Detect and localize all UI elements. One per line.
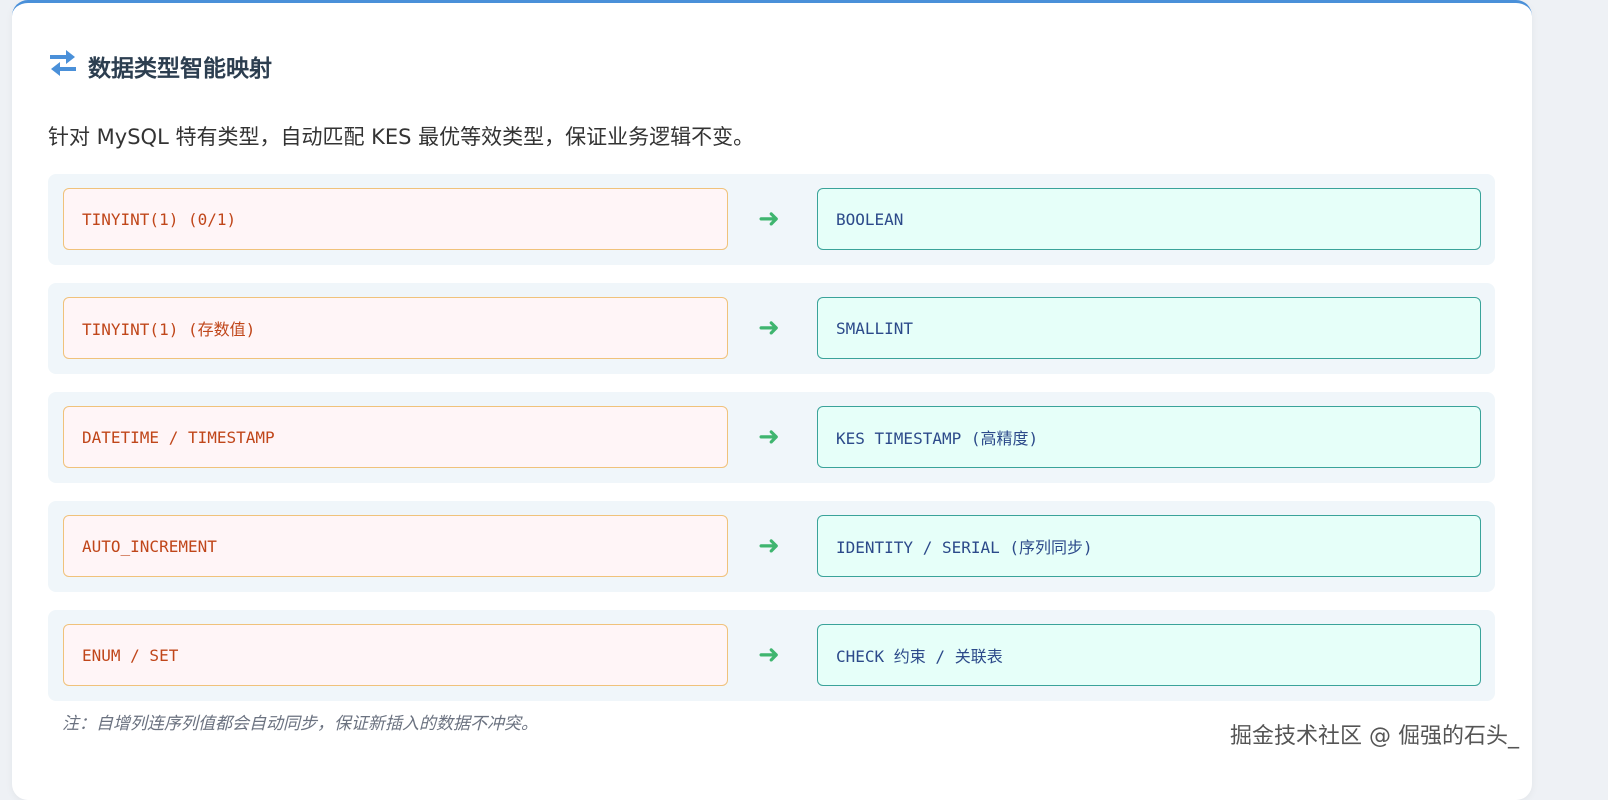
mapping-row: AUTO_INCREMENT ➜ IDENTITY / SERIAL (序列同步) — [48, 501, 1495, 592]
mapping-row: ENUM / SET ➜ CHECK 约束 / 关联表 — [48, 610, 1495, 701]
section-title: 数据类型智能映射 — [48, 49, 272, 83]
source-type: AUTO_INCREMENT — [63, 515, 728, 577]
source-type: ENUM / SET — [63, 624, 728, 686]
source-type: TINYINT(1) (存数值) — [63, 297, 728, 359]
mapping-row: TINYINT(1) (存数值) ➜ SMALLINT — [48, 283, 1495, 374]
arrow-right-icon: ➜ — [758, 204, 780, 234]
arrow-right-icon: ➜ — [758, 531, 780, 561]
source-type: DATETIME / TIMESTAMP — [63, 406, 728, 468]
target-type: IDENTITY / SERIAL (序列同步) — [817, 515, 1481, 577]
source-type: TINYINT(1) (0/1) — [63, 188, 728, 250]
mapping-row: DATETIME / TIMESTAMP ➜ KES TIMESTAMP (高精度) — [48, 392, 1495, 483]
description: 针对 MySQL 特有类型，自动匹配 KES 最优等效类型，保证业务逻辑不变。 — [48, 125, 755, 149]
arrow-right-icon: ➜ — [758, 640, 780, 670]
target-type: KES TIMESTAMP (高精度) — [817, 406, 1481, 468]
watermark: 掘金技术社区 @ 倔强的石头_ — [1230, 724, 1519, 749]
target-type: SMALLINT — [817, 297, 1481, 359]
target-type: BOOLEAN — [817, 188, 1481, 250]
mapping-row: TINYINT(1) (0/1) ➜ BOOLEAN — [48, 174, 1495, 265]
arrow-right-icon: ➜ — [758, 422, 780, 452]
arrow-right-icon: ➜ — [758, 313, 780, 343]
target-type: CHECK 约束 / 关联表 — [817, 624, 1481, 686]
footnote: 注：自增列连序列值都会自动同步，保证新插入的数据不冲突。 — [62, 714, 538, 734]
swap-arrows-icon — [48, 49, 78, 83]
title-text: 数据类型智能映射 — [88, 56, 272, 82]
mapping-list: TINYINT(1) (0/1) ➜ BOOLEAN TINYINT(1) (存数值… — [48, 174, 1495, 719]
